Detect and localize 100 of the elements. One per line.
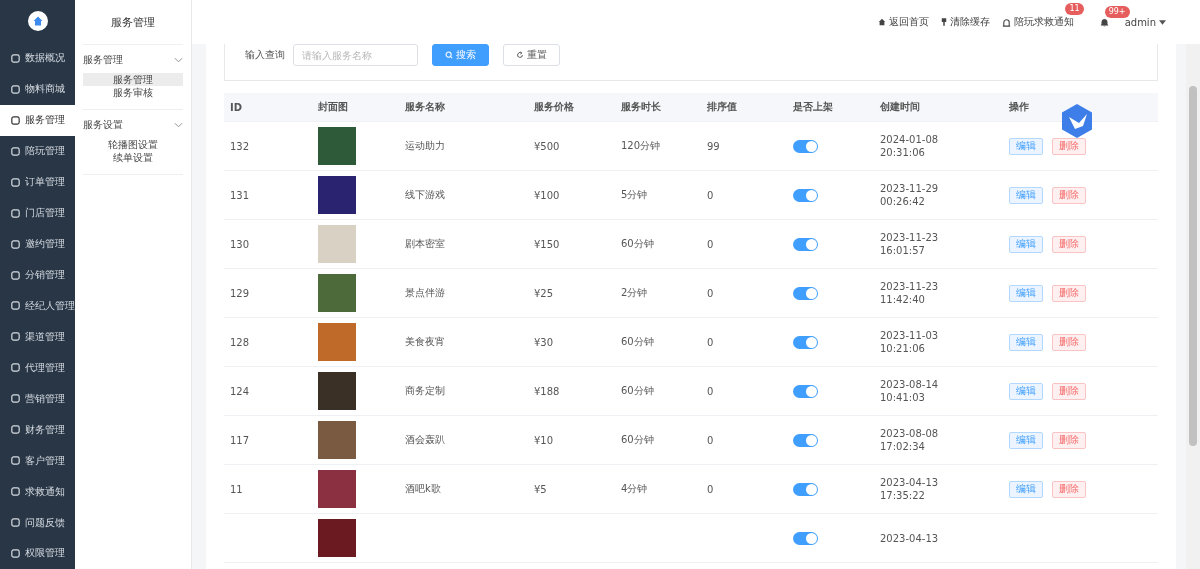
home-logo-icon (27, 11, 48, 31)
photo-placeholder (318, 372, 356, 410)
table-cell: 运动助力 (405, 140, 445, 151)
toggle-switch[interactable] (793, 335, 818, 349)
toggle-switch[interactable] (793, 531, 818, 545)
table-cell: 130 (230, 238, 250, 250)
toggle-switch[interactable] (793, 188, 818, 202)
search-label: 输入查询 (245, 48, 285, 62)
table-cell: 0 (707, 385, 714, 397)
sidebar-item[interactable]: 门店管理 (0, 197, 75, 229)
table-cell: 商务定制 (405, 385, 445, 396)
photo-placeholder (318, 470, 356, 508)
table-cell: 60分钟 (621, 385, 654, 396)
table-cell-text: 10:21:06 (880, 343, 926, 354)
table-cell: 剧本密室 (405, 238, 445, 249)
table-cell: 酒会轰趴 (405, 434, 445, 445)
table-cell: 11 (230, 483, 243, 495)
toggle-switch[interactable] (793, 139, 818, 153)
search-icon (445, 51, 453, 59)
reset-button[interactable]: 重置 (503, 44, 560, 66)
table-cell: ¥500 (534, 140, 560, 152)
column-header: ID (229, 101, 244, 113)
sidebar-item[interactable]: 财务管理 (0, 414, 75, 446)
table-cell: 4分钟 (621, 483, 648, 494)
table-cell: 0 (707, 483, 714, 495)
menu-item-icon (10, 300, 21, 312)
count-badge: 99+ (1104, 5, 1130, 18)
sidebar-item[interactable]: 物料商城 (0, 73, 75, 105)
table-cell-text: 17:02:34 (880, 441, 926, 452)
clear-cache-link[interactable]: 清除缓存 (940, 15, 990, 29)
table-cell-text: 2024-01-08 (880, 134, 940, 145)
table-cell: ¥25 (534, 287, 554, 299)
submenu-item[interactable]: 轮播图设置 (83, 138, 183, 151)
toggle-switch[interactable] (793, 286, 818, 300)
brush-icon (940, 18, 947, 26)
toggle-switch[interactable] (793, 433, 818, 447)
submenu-item[interactable]: 服务管理 (83, 73, 183, 86)
table-cell: 0 (707, 287, 714, 299)
submenu-item[interactable]: 续单设置 (83, 151, 183, 164)
sidebar-item[interactable]: 代理管理 (0, 352, 75, 384)
table-cell-text: 00:26:42 (880, 196, 926, 207)
column-header: 封面图 (317, 100, 349, 114)
table-cell-text: 2023-04-13 (880, 532, 940, 544)
toggle-switch[interactable] (793, 384, 818, 398)
menu-item-icon (10, 517, 21, 528)
sos-notification-link[interactable]: 陪玩求救通知 (1001, 15, 1074, 29)
toggle-switch[interactable] (793, 482, 818, 496)
sidebar-item[interactable]: 权限管理 (0, 537, 75, 569)
home-link[interactable]: 返回首页 (877, 15, 929, 29)
scrollbar[interactable] (1186, 44, 1200, 569)
table-cell: 128 (230, 336, 250, 348)
table-cell-text: 17:35:22 (880, 490, 926, 501)
menu-item-icon (10, 331, 21, 343)
menu-item-icon (10, 269, 21, 281)
photo-placeholder (318, 519, 356, 557)
home-icon (877, 18, 886, 26)
table-cell: 5分钟 (621, 189, 648, 200)
table-cell: 0 (707, 336, 714, 348)
menu-item-icon (10, 238, 21, 250)
search-field[interactable]: 请输入服务名称 (293, 44, 418, 66)
menu-item-icon (10, 52, 21, 64)
table-cell: 132 (230, 140, 250, 152)
sidebar-item[interactable]: 订单管理 (0, 166, 75, 198)
menu-item-icon (10, 424, 21, 436)
menu-item-icon (10, 176, 21, 188)
chevron-icon (174, 122, 183, 128)
table-cell-text: 2023-11-03 (880, 330, 940, 341)
sidebar-item[interactable]: 数据概况 (0, 42, 75, 74)
menu-item-icon (10, 145, 21, 157)
sidebar-item[interactable]: 营销管理 (0, 383, 75, 415)
table-cell: 线下游戏 (405, 189, 445, 200)
sidebar-item[interactable]: 陪玩管理 (0, 135, 75, 167)
sidebar-item[interactable]: 分销管理 (0, 259, 75, 291)
table-cell: 131 (230, 189, 250, 201)
table-cell: 60分钟 (621, 336, 654, 347)
sidebar-item[interactable]: 服务管理 (0, 104, 75, 136)
menu-item-icon (10, 83, 21, 95)
table-cell: ¥30 (534, 336, 554, 348)
menu-item-icon (10, 486, 21, 498)
sidebar-item[interactable]: 客户管理 (0, 445, 75, 477)
sidebar-item[interactable]: 邀约管理 (0, 228, 75, 260)
sidebar-item[interactable]: 渠道管理 (0, 321, 75, 353)
column-header: 服务价格 (533, 100, 575, 114)
submenu-group-header[interactable]: 服务设置 (83, 116, 183, 134)
sidebar-item[interactable]: 问题反馈 (0, 507, 75, 538)
table-cell-text: 16:01:57 (880, 245, 926, 256)
menu-item-icon (10, 393, 21, 405)
sidebar-item[interactable]: 经纪人管理 (0, 290, 75, 322)
bell-icon[interactable] (1099, 17, 1109, 27)
table-cell: 酒吧k歌 (405, 483, 441, 494)
sidebar-item[interactable]: 求救通知 (0, 476, 75, 508)
submenu-item[interactable]: 服务审核 (83, 86, 183, 99)
user-menu[interactable]: admin (1124, 16, 1166, 28)
toggle-switch[interactable] (793, 237, 818, 251)
table-cell: 美食夜宵 (405, 336, 445, 347)
table-cell: 景点伴游 (405, 287, 445, 298)
table-cell: 117 (230, 434, 250, 446)
submenu-group-header[interactable]: 服务管理 (83, 51, 183, 69)
table-cell: ¥10 (534, 434, 554, 446)
column-header: 排序值 (706, 100, 738, 114)
